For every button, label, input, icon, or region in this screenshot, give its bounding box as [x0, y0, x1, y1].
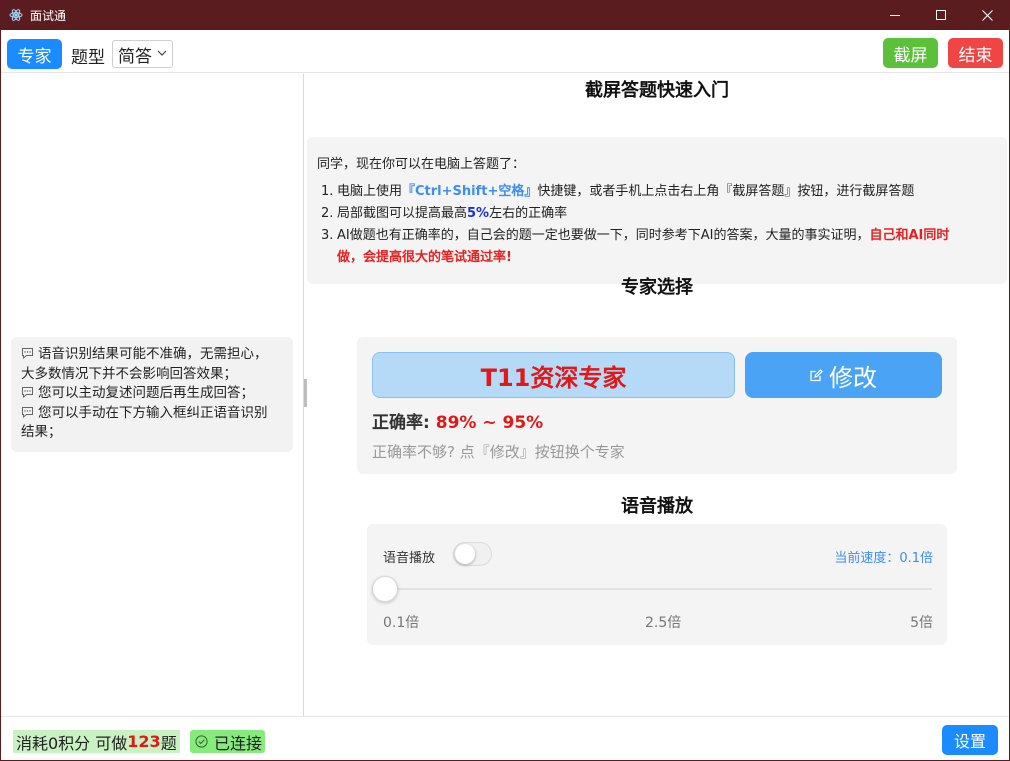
top-toolbar: 专家 题型 简答 截屏 结束 — [1, 30, 1009, 73]
item-number: 3. — [321, 228, 334, 243]
voice-playback-toggle[interactable] — [453, 542, 492, 566]
quickstart-item: 3. AI做题也有正确率的，自己会的题一定也要做一下，同时参考下AI的答案，大量… — [317, 225, 997, 269]
tip-line: 您可以主动复述问题后再生成回答； — [21, 384, 283, 404]
chat-bubble-icon — [22, 406, 33, 418]
quickstart-list: 1. 电脑上使用『Ctrl+Shift+空格』快捷键，或者手机上点击右上角『截屏… — [317, 181, 997, 269]
speed-tick-max: 5倍 — [910, 615, 933, 631]
transcript-panel: 语音识别结果可能不准确，无需担心， 大多数情况下并不会影响回答效果； 您可以主动… — [1, 74, 304, 717]
item-text: 左右的正确率 — [489, 206, 568, 221]
connection-status-badge: 已连接 — [190, 730, 266, 753]
settings-button[interactable]: 设置 — [942, 725, 998, 755]
close-icon — [981, 9, 993, 21]
chat-bubble-icon — [22, 348, 33, 359]
speed-tick-min: 0.1倍 — [383, 615, 420, 631]
points-badge: 消耗0积分 可做 123 题 — [13, 730, 180, 753]
points-text: 消耗0积分 可做 — [16, 733, 128, 753]
connection-status-text: 已连接 — [214, 733, 263, 753]
status-bar: 消耗0积分 可做 123 题 已连接 设置 — [1, 716, 1009, 760]
title-bar: 面试通 — [0, 0, 1010, 30]
accuracy-label: 正确率: — [372, 413, 430, 433]
expert-card: T11资深专家 修改 正确率: 89% ~ 95% 正确率不够? 点『修改』按钮… — [357, 337, 957, 474]
tip-text: 您可以手动在下方输入框纠正语音识别 — [38, 404, 268, 421]
speech-tips-card: 语音识别结果可能不准确，无需担心， 大多数情况下并不会影响回答效果； 您可以主动… — [11, 337, 293, 452]
points-suffix: 题 — [160, 733, 177, 753]
shortcut-text: 『Ctrl+Shift+空格』 — [402, 184, 538, 199]
quickstart-greeting: 同学，现在你可以在电脑上答题了： — [317, 157, 526, 172]
item-number: 2. — [321, 206, 334, 221]
main-panel: 截屏答题快速入门 同学，现在你可以在电脑上答题了： 1. 电脑上使用『Ctrl+… — [305, 74, 1009, 717]
speed-slider-thumb[interactable] — [372, 576, 398, 602]
item-text: 电脑上使用 — [337, 184, 403, 199]
maximize-icon — [935, 9, 946, 20]
minimize-icon — [889, 14, 900, 16]
remaining-count: 123 — [127, 732, 161, 751]
question-type-value: 简答 — [118, 46, 152, 67]
tip-text: 您可以主动复述问题后再生成回答； — [38, 385, 254, 401]
electron-app-icon — [9, 9, 23, 21]
toggle-knob — [455, 544, 475, 564]
warning-highlight: 自己和AI同时 — [869, 228, 950, 243]
tip-line: 您可以手动在下方输入框纠正语音识别 — [21, 404, 283, 424]
accuracy-hint: 正确率不够? 点『修改』按钮换个专家 — [372, 443, 625, 461]
current-speed-text: 当前速度：0.1倍 — [834, 551, 933, 566]
item-text: AI做题也有正确率的，自己会的题一定也要做一下，同时参考下AI的答案，大量的事实… — [337, 228, 870, 243]
question-type-label: 题型 — [71, 48, 105, 68]
modify-expert-button[interactable]: 修改 — [745, 352, 942, 398]
speed-slider-track[interactable] — [372, 576, 932, 602]
voice-playback-label: 语音播放 — [383, 551, 436, 566]
modify-label: 修改 — [829, 363, 877, 392]
quickstart-title: 截屏答题快速入门 — [585, 80, 729, 101]
tip-line: 语音识别结果可能不准确，无需担心， — [21, 345, 283, 365]
item-text: 局部截图可以提高最高 — [337, 206, 468, 221]
check-circle-icon — [195, 735, 208, 748]
expert-button[interactable]: 专家 — [7, 39, 62, 69]
expert-name-display: T11资深专家 — [372, 352, 735, 398]
accuracy-value: 89% ~ 95% — [435, 413, 544, 433]
chevron-down-icon — [157, 50, 167, 56]
quickstart-card: 同学，现在你可以在电脑上答题了： 1. 电脑上使用『Ctrl+Shift+空格』… — [307, 137, 1007, 284]
chat-bubble-icon — [22, 387, 33, 398]
item-text: 快捷键，或者手机上点击右上角『截屏答题』按钮，进行截屏答题 — [537, 184, 915, 199]
end-button[interactable]: 结束 — [948, 38, 1003, 68]
voice-playback-card: 语音播放 当前速度：0.1倍 0.1倍 2.5倍 5倍 — [367, 524, 947, 645]
quickstart-item: 2. 局部截图可以提高最高5%左右的正确率 — [317, 203, 997, 225]
accuracy-row: 正确率: 89% ~ 95% — [372, 408, 543, 433]
maximize-button[interactable] — [918, 0, 964, 30]
question-type-select[interactable]: 简答 — [112, 40, 173, 68]
tip-text: 语音识别结果可能不准确，无需担心， — [38, 346, 268, 362]
minimize-button[interactable] — [872, 0, 918, 30]
window-controls — [872, 0, 1010, 30]
close-window-button[interactable] — [964, 0, 1010, 30]
item-number: 1. — [321, 184, 334, 199]
tip-line: 大多数情况下并不会影响回答效果； — [21, 365, 237, 382]
voice-section-title: 语音播放 — [621, 496, 693, 517]
window-title: 面试通 — [30, 8, 67, 23]
speed-tick-mid: 2.5倍 — [645, 615, 682, 631]
tip-line: 结果； — [21, 424, 62, 440]
percent-highlight: 5% — [467, 206, 490, 221]
warning-highlight: 做，会提高很大的笔试通过率! — [337, 250, 512, 265]
edit-icon — [810, 368, 823, 381]
screenshot-button[interactable]: 截屏 — [883, 38, 938, 68]
app-window: 专家 题型 简答 截屏 结束 语音识别结果可能不准确，无需担心， 大多数情况下并… — [1, 30, 1009, 760]
expert-section-title: 专家选择 — [621, 277, 693, 298]
quickstart-item: 1. 电脑上使用『Ctrl+Shift+空格』快捷键，或者手机上点击右上角『截屏… — [317, 181, 997, 203]
